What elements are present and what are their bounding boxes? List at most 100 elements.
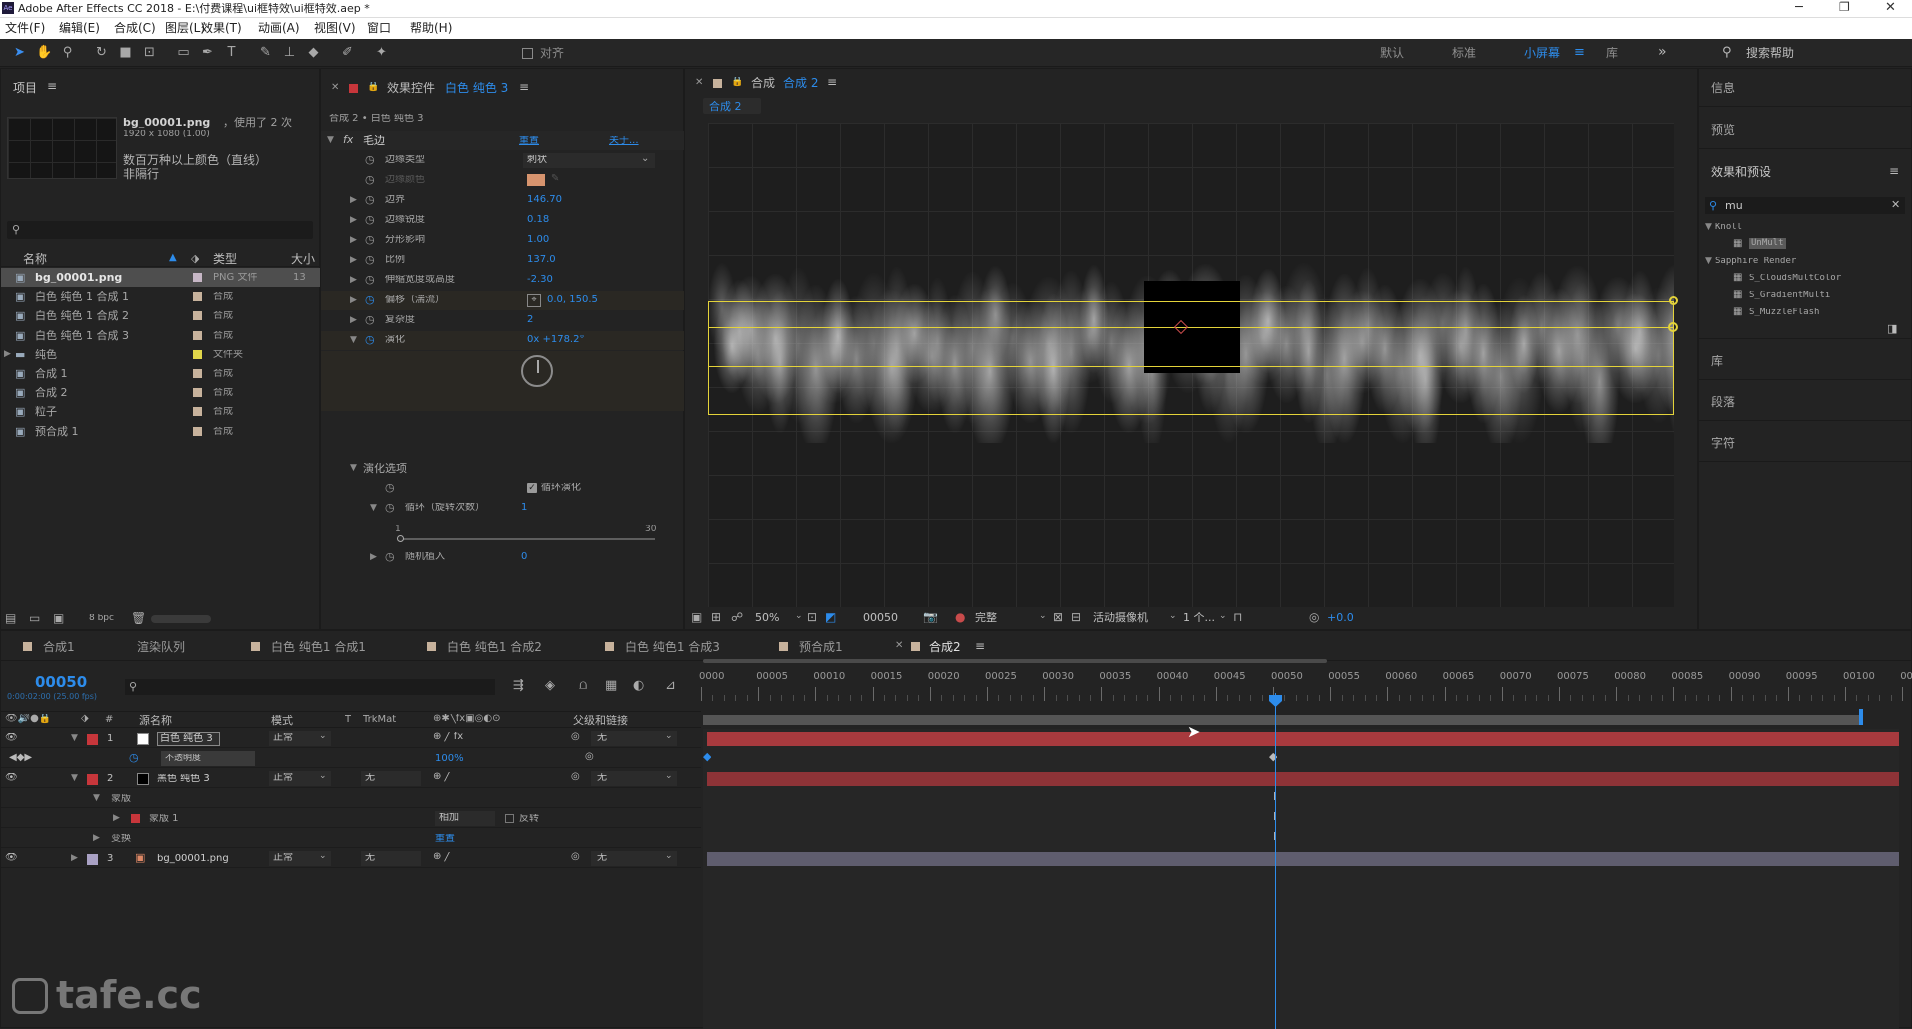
handle-right-top[interactable]: [1669, 296, 1678, 305]
project-item[interactable]: ▣ 合成 2 合成: [1, 383, 321, 402]
expand-triangle-icon[interactable]: ▼: [71, 734, 78, 743]
views-dropdown[interactable]: 1 个...: [1183, 612, 1215, 623]
mask-color-swatch[interactable]: [131, 814, 140, 823]
selection-tool-icon[interactable]: ➤: [12, 45, 27, 60]
stopwatch-icon[interactable]: ◷: [365, 294, 375, 305]
project-search-input[interactable]: ⚲: [7, 221, 313, 239]
property-row[interactable]: ▼ 蒙版: [1, 789, 701, 808]
expand-triangle-icon[interactable]: ▼: [93, 794, 100, 803]
stopwatch-icon[interactable]: ◷: [365, 154, 375, 165]
comp-viewer[interactable]: [708, 123, 1678, 607]
work-area-range[interactable]: [703, 715, 1863, 725]
menu-item[interactable]: 编辑(E): [59, 22, 100, 34]
cycle-evolution-checkbox[interactable]: ✓: [527, 483, 537, 493]
info-panel-header[interactable]: 信息: [1711, 82, 1735, 94]
clear-search-icon[interactable]: ✕: [1891, 199, 1900, 210]
zoom-dropdown-icon[interactable]: ⌄: [795, 612, 803, 621]
stopwatch-icon[interactable]: ◷: [385, 502, 395, 513]
3d-view-icon[interactable]: ⊟: [1071, 611, 1081, 623]
layer-duration-bar[interactable]: [707, 852, 1899, 866]
new-preset-icon[interactable]: ◨: [1887, 323, 1897, 334]
transparency-toggle-icon[interactable]: ◩: [825, 611, 836, 623]
label-swatch[interactable]: [193, 426, 202, 436]
stopwatch-icon[interactable]: ◷: [365, 194, 375, 205]
property-value[interactable]: 146.70: [527, 195, 562, 205]
comp-flowchart-tab[interactable]: 合成 2: [703, 98, 761, 114]
random-seed-value[interactable]: 0: [521, 552, 527, 562]
project-item[interactable]: ▣ 预合成 1 合成: [1, 422, 321, 441]
label-swatch[interactable]: [193, 330, 202, 340]
expand-triangle-icon[interactable]: ▶: [350, 316, 357, 325]
keyframe-current-icon[interactable]: ◆: [1269, 751, 1277, 762]
stopwatch-icon[interactable]: ◷: [385, 482, 395, 493]
menu-item[interactable]: 图层(L): [165, 22, 205, 34]
trkmat-dropdown[interactable]: 无: [361, 851, 421, 866]
time-ruler[interactable]: 0000 00005 00010 00015 00020 00025 00030 00035 0…: [699, 667, 1912, 707]
visibility-eye-icon[interactable]: 👁: [5, 853, 18, 863]
invert-checkbox[interactable]: [505, 814, 514, 823]
keyframe-start-icon[interactable]: ◆: [703, 751, 711, 762]
project-item[interactable]: ▣ 白色 纯色 1 合成 3 合成: [1, 326, 321, 345]
paragraph-panel-header[interactable]: 段落: [1711, 396, 1735, 408]
edge-type-dropdown[interactable]: 刺状 ⌄: [523, 153, 655, 168]
pan-behind-tool-icon[interactable]: ⊡: [142, 45, 157, 60]
stopwatch-icon[interactable]: ◷: [365, 174, 375, 185]
menu-item[interactable]: 帮助(H): [410, 22, 452, 34]
expand-triangle-icon[interactable]: ▶: [350, 276, 357, 285]
parent-dropdown[interactable]: 无 ⌄: [591, 731, 677, 746]
eyedropper-icon[interactable]: ✎: [551, 174, 559, 184]
label-swatch[interactable]: [193, 349, 202, 359]
expand-triangle-icon[interactable]: ▼: [350, 336, 357, 345]
camera-snapshot-icon[interactable]: 📷: [923, 611, 938, 623]
effects-tree-item[interactable]: ▦ S_MuzzleFlash: [1699, 304, 1912, 321]
column-type[interactable]: 类型: [213, 253, 237, 265]
workspace-menu-icon[interactable]: ≡: [1574, 46, 1585, 59]
new-folder-icon[interactable]: ▭: [29, 612, 40, 624]
label-swatch[interactable]: [193, 407, 202, 417]
trkmat-dropdown[interactable]: 无: [361, 771, 421, 786]
panel-menu-icon[interactable]: ≡: [975, 640, 985, 652]
switches-icon[interactable]: ⊕ ╱: [433, 852, 451, 862]
menu-item[interactable]: 合成(C): [114, 22, 156, 34]
expand-triangle-icon[interactable]: ▶: [350, 236, 357, 245]
expand-triangle-icon[interactable]: ▶: [350, 256, 357, 265]
stopwatch-icon[interactable]: ◷: [365, 314, 375, 325]
column-name[interactable]: 名称: [23, 253, 47, 265]
eraser-tool-icon[interactable]: ◆: [306, 45, 321, 60]
reset-exposure-icon[interactable]: ◎: [1309, 611, 1319, 623]
menu-item[interactable]: 效果(T): [201, 22, 242, 34]
project-scrollbar[interactable]: [151, 615, 211, 623]
workspace-default[interactable]: 默认: [1380, 47, 1404, 59]
resolution-chevron-icon[interactable]: ⌄: [1039, 612, 1047, 621]
stopwatch-icon[interactable]: ◷: [365, 234, 375, 245]
effects-tree-item[interactable]: ▼ Knoll: [1699, 219, 1912, 236]
grid-toggle-icon[interactable]: ⊡: [807, 611, 817, 623]
current-time[interactable]: 00050: [35, 675, 87, 690]
menu-item[interactable]: 文件(F): [5, 22, 45, 34]
align-checkbox[interactable]: [522, 48, 533, 59]
resolution-dropdown[interactable]: 完整: [975, 612, 997, 623]
expand-triangle-icon[interactable]: ▼: [71, 774, 78, 783]
visibility-eye-icon[interactable]: 👁: [5, 733, 18, 743]
project-item[interactable]: ▣ 合成 1 合成: [1, 364, 321, 383]
type-tool-icon[interactable]: T: [224, 45, 239, 60]
property-value[interactable]: -2.30: [527, 275, 553, 285]
close-tab-icon[interactable]: ✕: [331, 83, 339, 93]
pickwhip-icon[interactable]: ◎: [571, 852, 580, 862]
views-chevron-icon[interactable]: ⌄: [1219, 612, 1227, 621]
camera-tool-icon[interactable]: ■: [118, 45, 133, 60]
blend-mode-dropdown[interactable]: 正常 ⌄: [269, 731, 331, 746]
zoom-level[interactable]: 50%: [755, 612, 779, 623]
switches-icon[interactable]: ⊕ ╱: [433, 772, 451, 782]
effects-tree-item[interactable]: ▦ S_CloudsMultColor: [1699, 270, 1912, 287]
layer-row[interactable]: 👁 ▶ 3 ▣ bg_00001.png 正常 ⌄ 无 ⊕ ╱ ◎ 无 ⌄: [1, 849, 701, 868]
transform-reset-link[interactable]: 重置: [435, 834, 455, 844]
playhead[interactable]: [1275, 693, 1276, 1029]
panel-menu-icon[interactable]: ≡: [1889, 165, 1899, 177]
property-value[interactable]: 0.0, 150.5: [547, 295, 598, 305]
current-time-display[interactable]: 00050: [863, 612, 898, 623]
property-value[interactable]: 0x +178.2°: [527, 335, 584, 345]
stopwatch-icon[interactable]: ◷: [365, 254, 375, 265]
pickwhip-icon[interactable]: ◎: [571, 772, 580, 782]
reset-link[interactable]: 重置: [519, 136, 539, 146]
